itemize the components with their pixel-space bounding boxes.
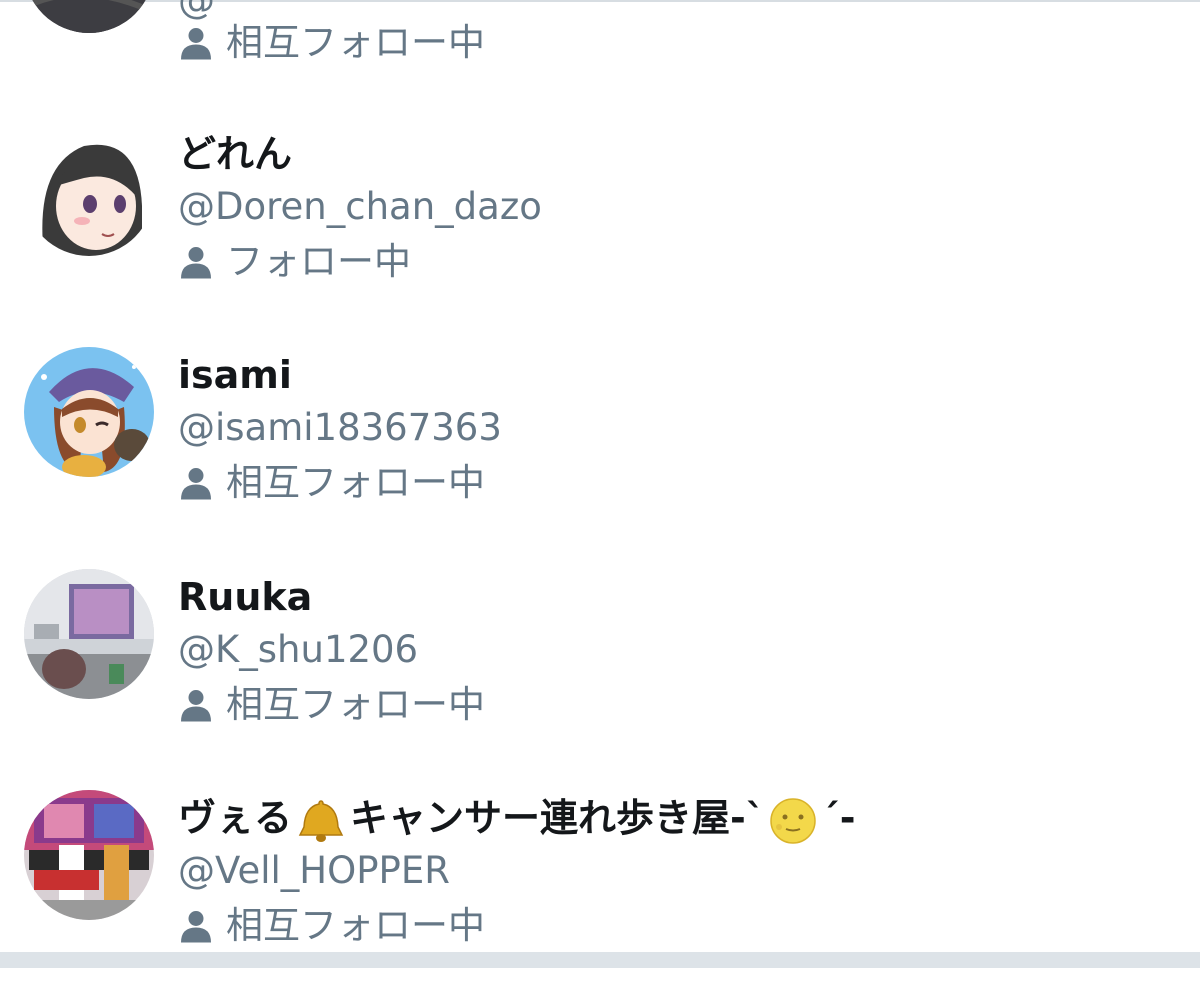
person-icon bbox=[181, 690, 211, 722]
full-moon-face-emoji bbox=[770, 797, 816, 844]
avatar[interactable] bbox=[24, 569, 154, 699]
user-name: ヴぇる キャンサー連れ歩き屋-ˋ ˊ- bbox=[178, 794, 856, 845]
bell-emoji bbox=[298, 799, 344, 842]
user-handle: @K_shu1206 bbox=[178, 628, 419, 671]
user-name: どれん bbox=[178, 132, 293, 176]
follow-status-text: 相互フォロー中 bbox=[226, 461, 485, 504]
follow-status-text: 相互フォロー中 bbox=[226, 904, 485, 947]
avatar[interactable] bbox=[24, 0, 154, 33]
user-handle: @isami18367363 bbox=[178, 406, 502, 449]
follow-status: 相互フォロー中 bbox=[178, 681, 485, 729]
follow-status-text: 相互フォロー中 bbox=[226, 683, 485, 726]
user-row[interactable]: Ruuka @K_shu1206 相互フォロー中 bbox=[0, 567, 1200, 777]
user-name: isami bbox=[178, 353, 292, 397]
user-name-part: キャンサー連れ歩き屋-ˋ bbox=[350, 796, 765, 840]
follow-status: 相互フォロー中 bbox=[178, 19, 485, 67]
person-icon bbox=[181, 911, 211, 943]
follow-status-text: 相互フォロー中 bbox=[226, 21, 485, 64]
user-name-part: ヴぇる bbox=[178, 796, 293, 840]
user-name-part: ˊ- bbox=[820, 796, 856, 840]
user-name: Ruuka bbox=[178, 575, 313, 619]
person-icon bbox=[181, 247, 211, 279]
user-handle: @Vell_HOPPER bbox=[178, 849, 450, 892]
user-row[interactable]: どれん @Doren_chan_dazo フォロー中 bbox=[0, 124, 1200, 334]
avatar[interactable] bbox=[24, 126, 154, 256]
follow-status: フォロー中 bbox=[178, 238, 411, 286]
avatar[interactable] bbox=[24, 790, 154, 920]
user-row[interactable]: isami @isami18367363 相互フォロー中 bbox=[0, 345, 1200, 555]
user-handle: @Doren_chan_dazo bbox=[178, 185, 542, 228]
follow-status: 相互フォロー中 bbox=[178, 459, 485, 507]
person-icon bbox=[181, 28, 211, 60]
follow-status: 相互フォロー中 bbox=[178, 902, 485, 950]
avatar[interactable] bbox=[24, 347, 154, 477]
bottom-bar bbox=[0, 952, 1200, 968]
person-icon bbox=[181, 468, 211, 500]
follow-status-text: フォロー中 bbox=[226, 240, 411, 283]
